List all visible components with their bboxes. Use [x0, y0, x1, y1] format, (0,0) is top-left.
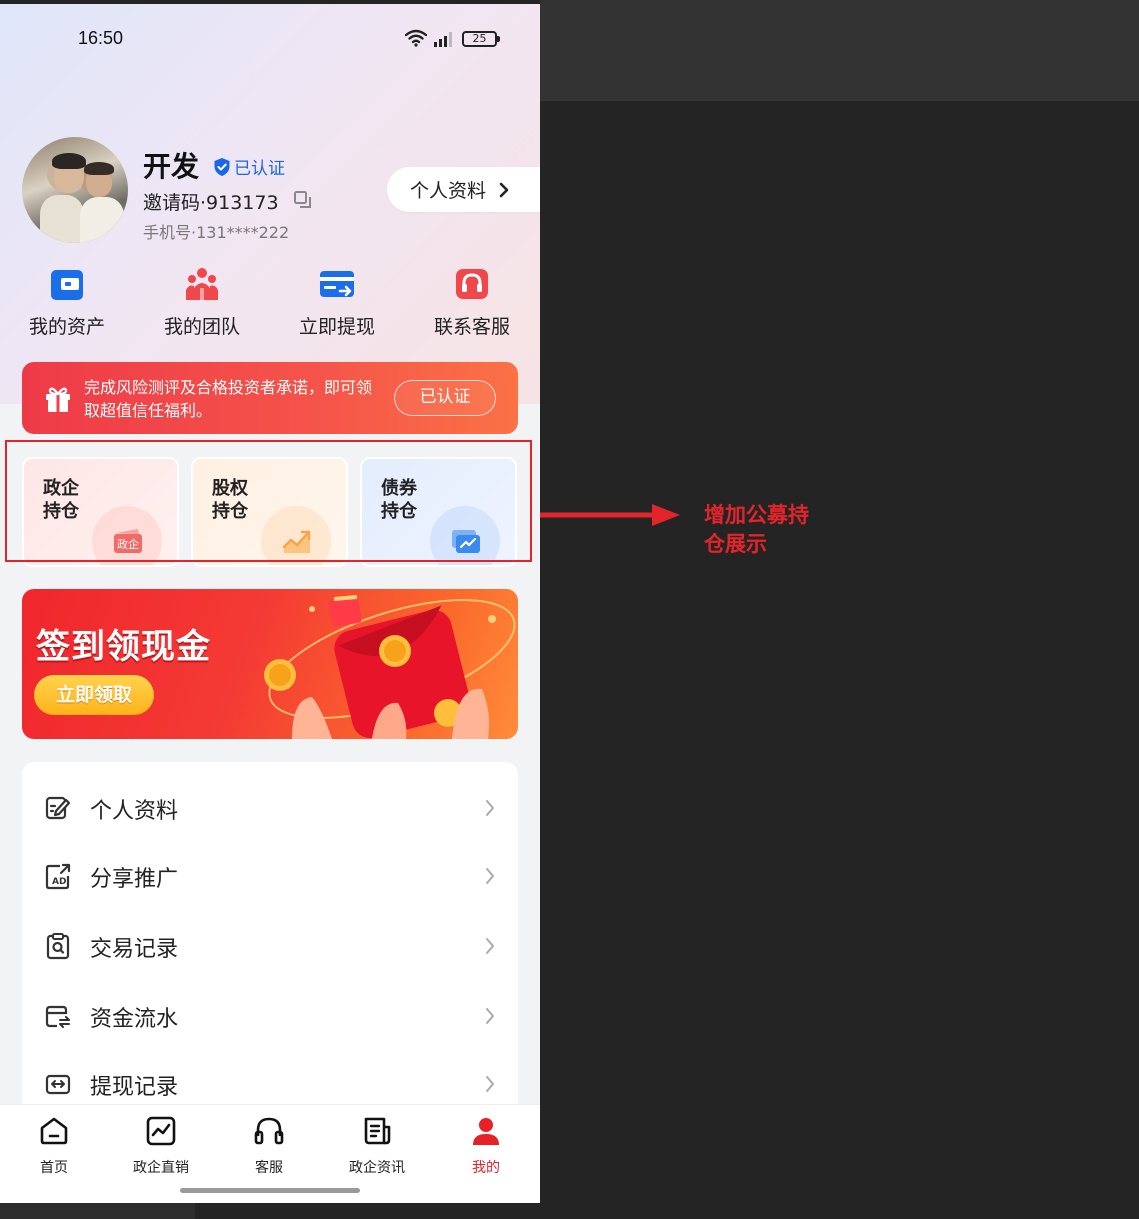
chevron-right-icon — [486, 1076, 494, 1092]
tab-service[interactable]: 客服 — [219, 1115, 319, 1177]
news-icon — [364, 1117, 391, 1145]
status-time: 16:50 — [78, 28, 124, 48]
verified-badge: 已认证 — [213, 154, 285, 179]
red-envelope-illustration — [264, 595, 516, 739]
team-icon — [186, 268, 218, 300]
menu-item-label: 资金流水 — [90, 1007, 179, 1032]
user-icon — [473, 1118, 499, 1145]
menu-item-label: 个人资料 — [90, 799, 179, 824]
chevron-right-icon — [486, 1008, 494, 1024]
quick-action-assets[interactable]: 我的资产 — [12, 266, 122, 339]
quick-action-label: 我的资产 — [28, 316, 105, 338]
tab-label: 政企资讯 — [349, 1160, 405, 1176]
signin-reward-banner[interactable]: 签到领现金 立即领取 — [22, 589, 518, 739]
fund-flow-icon — [45, 1005, 70, 1028]
quick-action-service[interactable]: 联系客服 — [417, 266, 527, 339]
menu-item-fund-flow[interactable]: 资金流水 — [22, 996, 518, 1036]
verified-shield-icon — [214, 157, 230, 176]
quick-action-withdraw[interactable]: 立即提现 — [282, 266, 392, 339]
signal-icon — [434, 32, 452, 47]
tab-label: 我的 — [472, 1160, 500, 1176]
menu-item-share[interactable]: AD 分享推广 — [22, 856, 518, 896]
tab-label: 政企直销 — [133, 1160, 189, 1176]
profile-button-label: 个人资料 — [410, 180, 487, 202]
annotation-arrow — [540, 504, 680, 526]
quick-action-label: 我的团队 — [163, 316, 240, 338]
canvas-top-band — [540, 0, 1139, 101]
annotation-note: 增加公募持仓展示 — [704, 503, 809, 556]
canvas-bottom-strip — [0, 1203, 195, 1219]
home-indicator — [180, 1188, 360, 1193]
headset-icon — [456, 269, 488, 299]
tab-mine[interactable]: 我的 — [436, 1115, 536, 1177]
headset-icon — [254, 1117, 284, 1145]
chevron-right-icon — [499, 182, 509, 197]
profile-button[interactable]: 个人资料 — [387, 167, 540, 212]
chevron-right-icon — [486, 868, 494, 884]
verified-status-button[interactable]: 已认证 — [394, 380, 496, 416]
home-icon — [40, 1117, 68, 1145]
gift-icon — [46, 387, 70, 412]
quick-actions: 我的资产 我的团队 立即提现 联系客服 — [0, 266, 540, 346]
risk-assessment-banner[interactable]: 完成风险测评及合格投资者承诺，即可领取超值信任福利。 已认证 — [22, 362, 518, 434]
share-ad-icon: AD — [45, 863, 71, 890]
menu-item-withdraw-records[interactable]: 提现记录 — [22, 1064, 518, 1104]
withdraw-record-icon — [45, 1074, 71, 1095]
withdraw-card-icon — [320, 271, 354, 297]
battery-icon: 25 — [462, 31, 500, 47]
quick-action-label: 立即提现 — [298, 316, 375, 338]
signin-banner-title: 签到领现金 — [36, 627, 211, 667]
wallet-icon — [51, 270, 83, 300]
status-bar: 16:50 25 — [0, 4, 540, 74]
risk-banner-text: 完成风险测评及合格投资者承诺，即可领取超值信任福利。 — [84, 378, 373, 420]
chevron-right-icon — [486, 938, 494, 954]
quick-action-label: 联系客服 — [433, 316, 510, 338]
phone-number: 手机号·131****222 — [143, 223, 290, 242]
avatar[interactable] — [22, 137, 128, 243]
quick-action-team[interactable]: 我的团队 — [147, 266, 257, 339]
wifi-icon — [405, 29, 427, 47]
invite-code: 邀请码·913173 — [143, 192, 279, 214]
annotation-highlight-box — [5, 440, 532, 562]
verified-label: 已认证 — [234, 159, 285, 179]
svg-text:AD: AD — [52, 877, 66, 887]
tab-news[interactable]: 政企资讯 — [327, 1115, 427, 1177]
menu-item-label: 分享推广 — [90, 867, 179, 892]
tab-label: 客服 — [255, 1160, 283, 1176]
tab-direct-sales[interactable]: 政企直销 — [111, 1115, 211, 1177]
tab-label: 首页 — [40, 1160, 68, 1176]
phone-screen: 16:50 25 开发 已认证 邀请码·913173 手机号·131****22… — [0, 4, 540, 1203]
chevron-right-icon — [486, 800, 494, 816]
claim-now-button[interactable]: 立即领取 — [34, 675, 154, 715]
chart-icon — [146, 1116, 176, 1146]
menu-item-label: 提现记录 — [90, 1075, 179, 1100]
tab-home[interactable]: 首页 — [4, 1115, 104, 1177]
copy-icon[interactable] — [293, 190, 313, 210]
user-name: 开发 — [143, 150, 200, 183]
edit-profile-icon — [45, 796, 71, 820]
menu-item-profile[interactable]: 个人资料 — [22, 788, 518, 828]
transaction-record-icon — [46, 933, 70, 960]
menu-item-label: 交易记录 — [90, 937, 179, 962]
menu-item-transactions[interactable]: 交易记录 — [22, 926, 518, 966]
